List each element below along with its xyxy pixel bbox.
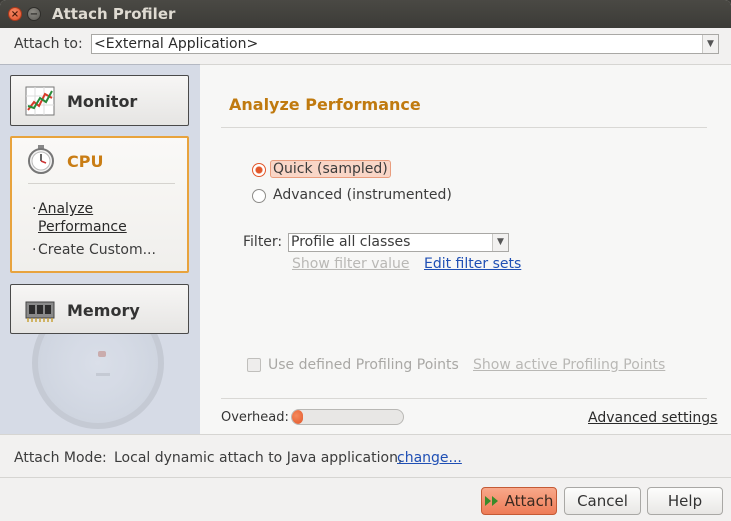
- cpu-button[interactable]: CPU · Analyze Performance · Create Custo…: [10, 136, 189, 273]
- edit-filter-sets-link[interactable]: Edit filter sets: [424, 256, 521, 272]
- memory-button[interactable]: Memory: [10, 284, 189, 334]
- attach-mode-label: Attach Mode:: [14, 450, 107, 466]
- attach-to-row: Attach to: <External Application> ▼: [0, 28, 731, 62]
- chevron-down-icon[interactable]: ▼: [492, 234, 508, 251]
- stopwatch-icon: [28, 145, 54, 174]
- attach-mode-value: Local dynamic attach to Java application…: [114, 450, 403, 466]
- analyze-performance-line2: Performance: [38, 219, 127, 235]
- chevron-down-icon[interactable]: ▼: [702, 35, 718, 53]
- create-custom-label: Create Custom...: [38, 242, 156, 258]
- attach-to-select[interactable]: <External Application> ▼: [91, 34, 719, 54]
- cancel-button[interactable]: Cancel: [564, 487, 641, 515]
- bullet: ·: [32, 201, 37, 217]
- overhead-meter: [291, 409, 404, 425]
- analyze-performance-line1: Analyze: [38, 201, 94, 217]
- overhead-meter-fill: [292, 410, 304, 424]
- window-title: Attach Profiler: [52, 5, 176, 23]
- help-button[interactable]: Help: [647, 487, 723, 515]
- cpu-label: CPU: [67, 152, 104, 171]
- advanced-instrumented-radio[interactable]: [252, 189, 266, 203]
- bullet: ·: [32, 242, 37, 258]
- advanced-instrumented-label[interactable]: Advanced (instrumented): [273, 187, 452, 203]
- quick-sampled-label[interactable]: Quick (sampled): [270, 160, 391, 178]
- help-button-label: Help: [667, 492, 703, 510]
- show-filter-value-link: Show filter value: [292, 256, 410, 272]
- memory-chip-icon: [25, 301, 55, 322]
- minimize-window-icon[interactable]: −: [27, 7, 41, 21]
- heading-divider: [221, 127, 707, 128]
- cancel-button-label: Cancel: [577, 492, 628, 510]
- filter-label: Filter:: [243, 234, 283, 250]
- attach-button-label: Attach: [504, 492, 554, 510]
- gauge-mark: [96, 373, 110, 376]
- attach-button[interactable]: Attach: [481, 487, 557, 515]
- filter-value: Profile all classes: [291, 234, 411, 250]
- attach-mode-row: Attach Mode: Local dynamic attach to Jav…: [0, 434, 731, 478]
- change-attach-mode-link[interactable]: change...: [397, 450, 462, 466]
- show-active-profiling-points-link: Show active Profiling Points: [473, 357, 666, 373]
- monitor-button[interactable]: Monitor: [10, 75, 189, 126]
- attach-profiler-dialog: × − Attach Profiler Attach to: <External…: [0, 0, 731, 521]
- analyze-performance-link[interactable]: · Analyze Performance: [32, 200, 127, 236]
- attach-to-value: <External Application>: [94, 36, 259, 52]
- overhead-divider: [221, 398, 707, 399]
- cpu-divider: [28, 183, 175, 184]
- memory-label: Memory: [67, 301, 140, 320]
- create-custom-link[interactable]: · Create Custom...: [32, 242, 156, 258]
- title-bar: × − Attach Profiler: [0, 0, 731, 28]
- use-profiling-points-checkbox[interactable]: [247, 358, 261, 372]
- gauge-dot: [98, 351, 106, 357]
- quick-sampled-radio[interactable]: [252, 163, 266, 177]
- page-title: Analyze Performance: [229, 95, 421, 114]
- attach-to-label: Attach to:: [14, 36, 83, 52]
- advanced-settings-link[interactable]: Advanced settings: [588, 410, 717, 426]
- use-profiling-points-label: Use defined Profiling Points: [268, 357, 459, 373]
- monitor-chart-icon: [25, 86, 55, 116]
- close-window-icon[interactable]: ×: [8, 7, 22, 21]
- filter-select[interactable]: Profile all classes ▼: [288, 233, 509, 252]
- settings-panel: Analyze Performance Quick (sampled) Adva…: [200, 64, 731, 434]
- overhead-label: Overhead:: [221, 410, 289, 425]
- attach-play-icon: [484, 495, 498, 506]
- monitor-label: Monitor: [67, 92, 138, 111]
